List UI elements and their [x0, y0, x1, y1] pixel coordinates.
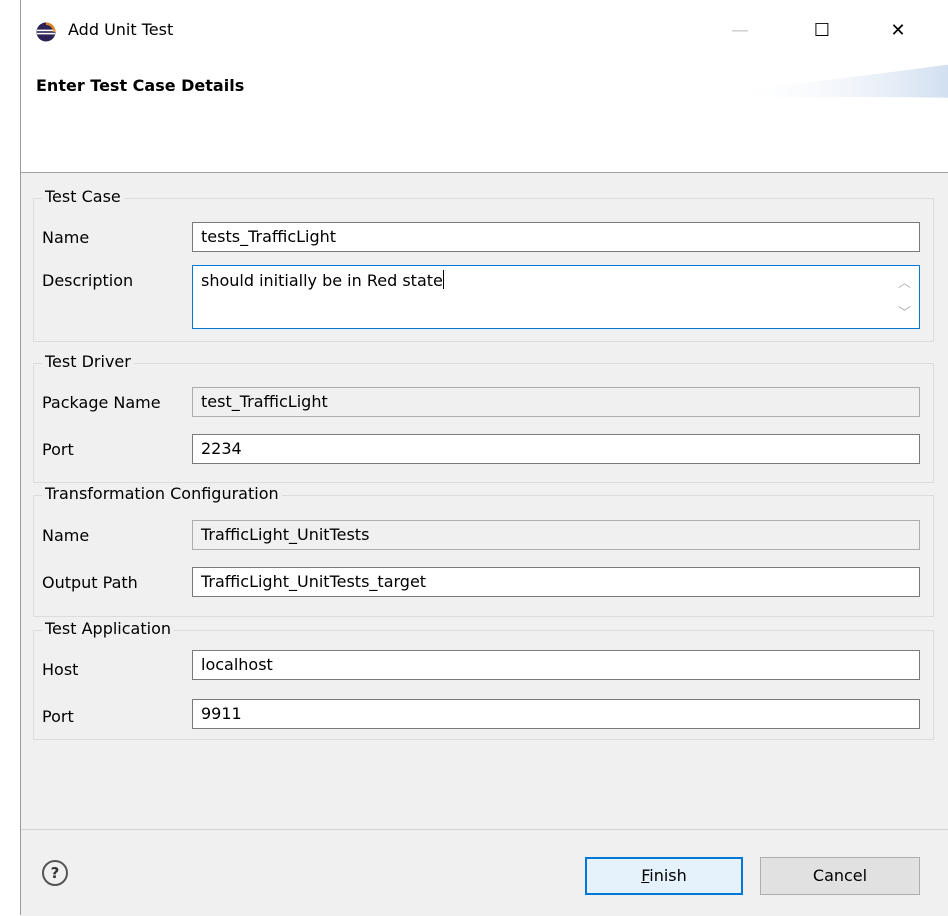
- close-button[interactable]: ✕: [876, 14, 920, 48]
- minimize-button[interactable]: —: [718, 14, 762, 48]
- group-test-driver-legend: Test Driver: [42, 352, 134, 371]
- banner-graphic: [728, 64, 948, 98]
- description-field[interactable]: should initially be in Red state ︿ ﹀: [192, 265, 920, 329]
- config-name-field: TrafficLight_UnitTests: [192, 520, 920, 550]
- window-title: Add Unit Test: [68, 20, 174, 39]
- description-text: should initially be in Red state: [201, 271, 443, 290]
- eclipse-app-icon: [36, 22, 56, 42]
- host-label: Host: [42, 660, 79, 679]
- text-cursor: [442, 270, 444, 289]
- cancel-button[interactable]: Cancel: [760, 857, 920, 895]
- config-name-label: Name: [42, 526, 90, 545]
- scroll-down-icon[interactable]: ﹀: [898, 302, 911, 321]
- group-test-application-legend: Test Application: [42, 619, 174, 638]
- test-case-name-field[interactable]: tests_TrafficLight: [192, 222, 920, 252]
- description-label: Description: [42, 271, 134, 290]
- package-name-field: test_TrafficLight: [192, 387, 920, 417]
- group-transformation-legend: Transformation Configuration: [42, 484, 282, 503]
- help-icon[interactable]: ?: [42, 860, 68, 886]
- package-name-label: Package Name: [42, 393, 161, 412]
- driver-port-field[interactable]: 2234: [192, 434, 920, 464]
- group-test-driver: Test Driver: [33, 352, 934, 483]
- app-port-label: Port: [42, 707, 74, 726]
- host-field[interactable]: localhost: [192, 650, 920, 680]
- group-transformation: Transformation Configuration: [33, 484, 934, 617]
- dialog-content: Test Case Name tests_TrafficLight Descri…: [21, 173, 948, 829]
- page-title: Enter Test Case Details: [36, 76, 245, 95]
- driver-port-label: Port: [42, 440, 74, 459]
- wizard-banner: Enter Test Case Details: [21, 62, 948, 173]
- scroll-up-icon[interactable]: ︿: [898, 272, 911, 291]
- maximize-button[interactable]: ☐: [800, 14, 844, 48]
- finish-button[interactable]: Finish: [585, 857, 743, 895]
- output-path-label: Output Path: [42, 573, 138, 592]
- output-path-field[interactable]: TrafficLight_UnitTests_target: [192, 567, 920, 597]
- finish-label: inish: [649, 866, 687, 885]
- test-case-name-label: Name: [42, 228, 90, 247]
- group-test-case-legend: Test Case: [42, 187, 124, 206]
- app-port-field[interactable]: 9911: [192, 699, 920, 729]
